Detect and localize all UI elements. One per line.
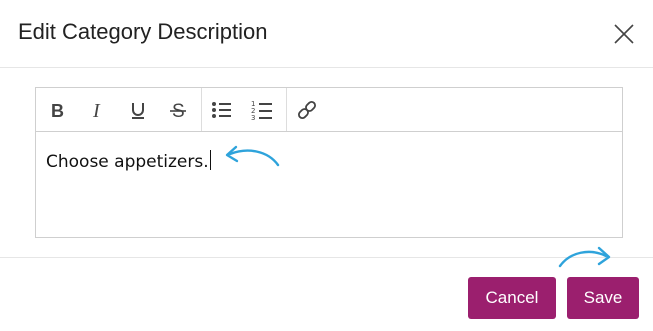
bulleted-list-button[interactable] (208, 96, 236, 124)
cancel-button[interactable]: Cancel (468, 277, 556, 319)
bold-button[interactable]: B (43, 96, 71, 124)
numbered-list-button[interactable]: 1 2 3 (248, 96, 276, 124)
italic-icon: I (92, 100, 101, 120)
numbered-list-icon: 1 2 3 (251, 100, 272, 121)
editor-toolbar: B I S 1 2 3 (36, 88, 622, 132)
svg-text:B: B (51, 101, 64, 120)
edit-category-dialog: Edit Category Description B I S 1 2 3 Ch… (0, 0, 653, 331)
text-caret (209, 150, 211, 170)
annotation-arrow-left-icon (225, 145, 280, 167)
editor-text: Choose appetizers. (46, 152, 209, 172)
save-button[interactable]: Save (567, 277, 639, 319)
close-icon (614, 24, 634, 44)
svg-text:I: I (92, 100, 101, 120)
bulleted-list-icon (212, 102, 231, 118)
link-icon (298, 101, 316, 119)
strikethrough-icon: S (170, 101, 186, 120)
underline-icon (132, 103, 144, 119)
italic-button[interactable]: I (84, 96, 112, 124)
svg-text:3: 3 (251, 114, 255, 121)
underline-button[interactable] (124, 96, 152, 124)
bold-icon: B (51, 101, 64, 120)
dialog-title: Edit Category Description (18, 19, 268, 44)
dialog-header: Edit Category Description (0, 0, 653, 68)
rich-text-editor: B I S 1 2 3 Choose appetizers. (35, 87, 623, 238)
toolbar-separator (286, 88, 287, 131)
strikethrough-button[interactable]: S (164, 96, 192, 124)
annotation-arrow-right-icon (558, 246, 611, 268)
close-button[interactable] (611, 21, 637, 47)
toolbar-separator (201, 88, 202, 131)
link-button[interactable] (293, 96, 321, 124)
editor-text-area[interactable]: Choose appetizers. (46, 150, 606, 220)
